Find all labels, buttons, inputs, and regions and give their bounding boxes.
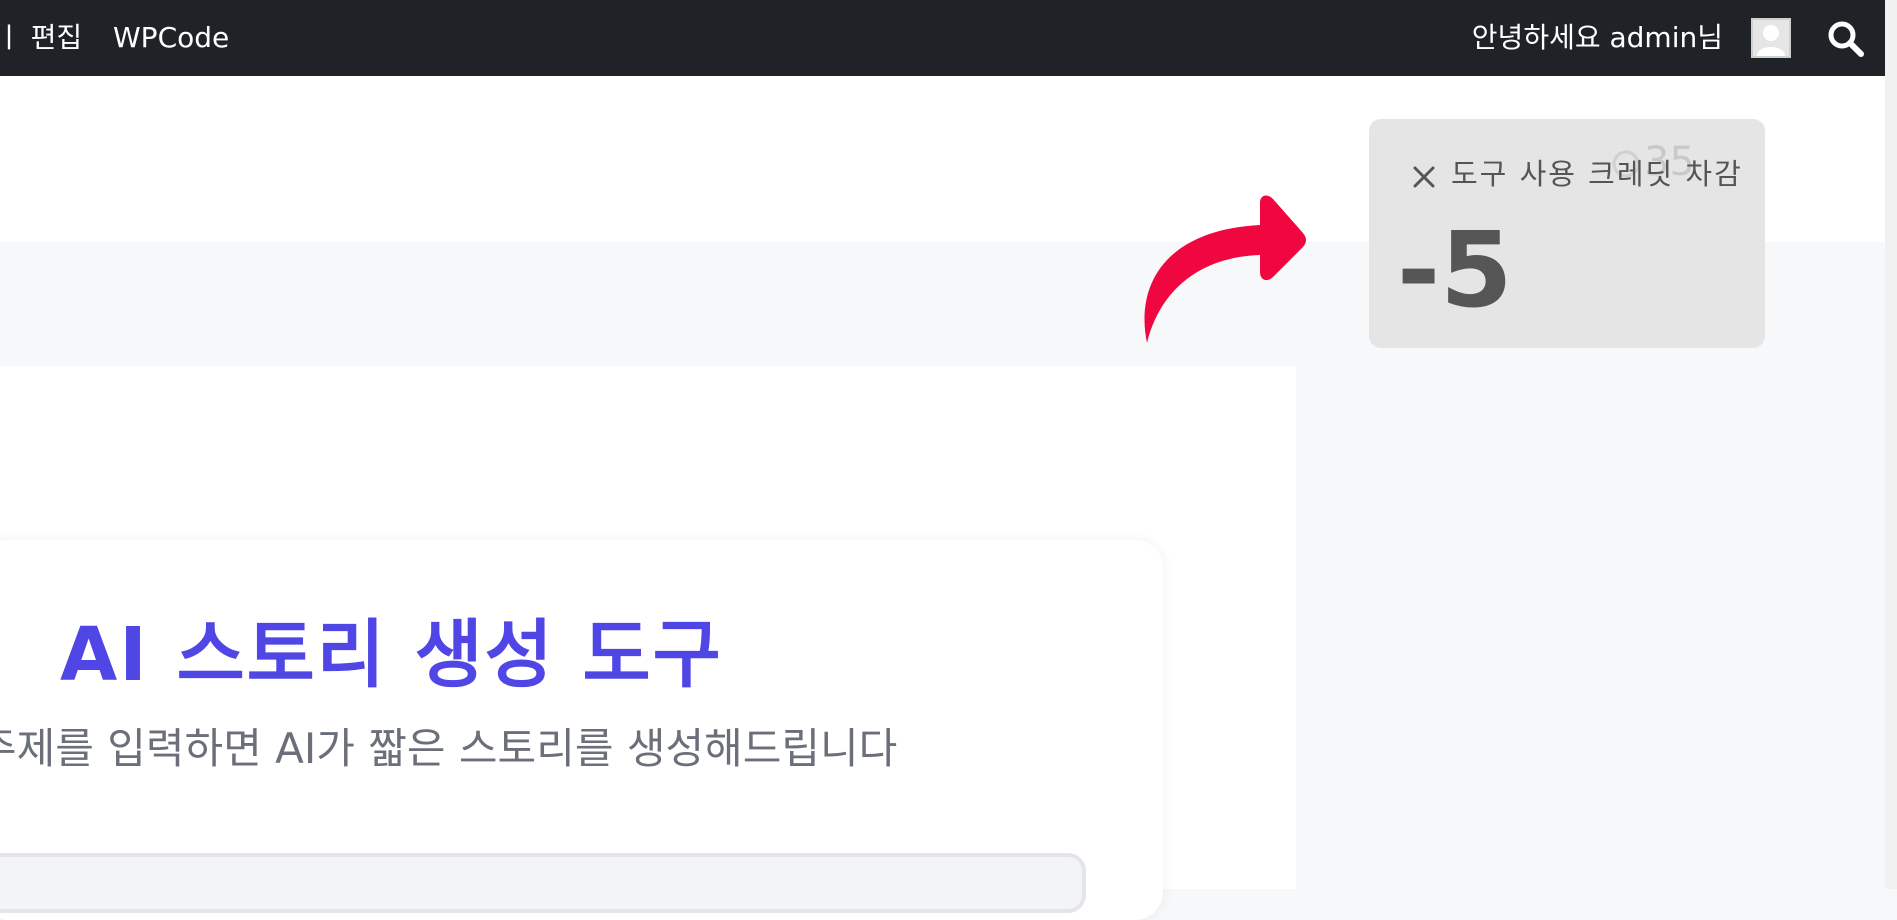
- user-avatar-icon[interactable]: [1751, 18, 1791, 58]
- credit-deduction-label: 도구 사용 크레딧 차감: [1451, 157, 1743, 191]
- admin-bar: ㅣ 편집 WPCode 안녕하세요 admin님: [0, 0, 1885, 76]
- close-icon[interactable]: [1410, 163, 1438, 191]
- search-icon[interactable]: [1826, 19, 1866, 59]
- wpcode-menu-item[interactable]: WPCode: [113, 20, 229, 56]
- scrollbar[interactable]: [1885, 0, 1897, 889]
- user-greeting[interactable]: 안녕하세요 admin님: [1472, 20, 1723, 56]
- edit-menu-item[interactable]: ㅣ 편집: [0, 20, 82, 56]
- topic-input[interactable]: [0, 853, 1086, 913]
- credit-deduction-value: -5: [1397, 209, 1513, 331]
- tool-title: AI 스토리 생성 도구: [60, 612, 723, 698]
- tool-subtitle: 주제를 입력하면 AI가 짧은 스토리를 생성해드립니다: [0, 724, 898, 773]
- curved-arrow-icon: [1125, 185, 1320, 345]
